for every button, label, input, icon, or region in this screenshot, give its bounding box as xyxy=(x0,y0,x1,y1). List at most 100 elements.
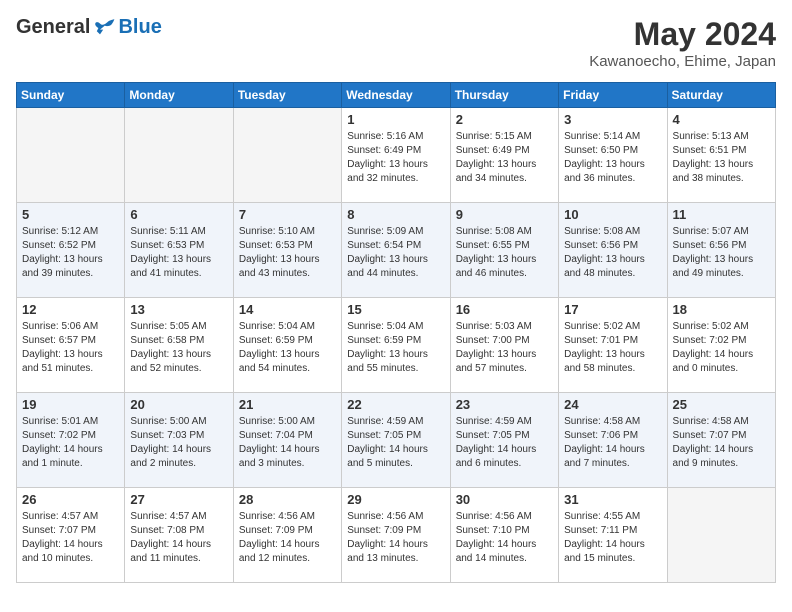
week-row-3: 12Sunrise: 5:06 AMSunset: 6:57 PMDayligh… xyxy=(17,298,776,393)
day-info: Sunrise: 4:58 AMSunset: 7:06 PMDaylight:… xyxy=(564,415,661,471)
day-number: 24 xyxy=(564,397,661,412)
day-cell-11: 11Sunrise: 5:07 AMSunset: 6:56 PMDayligh… xyxy=(667,203,775,298)
day-info: Sunrise: 5:04 AMSunset: 6:59 PMDaylight:… xyxy=(239,320,336,376)
calendar-header-row: Sunday Monday Tuesday Wednesday Thursday… xyxy=(17,83,776,108)
day-cell-12: 12Sunrise: 5:06 AMSunset: 6:57 PMDayligh… xyxy=(17,298,125,393)
day-number: 1 xyxy=(347,112,444,127)
month-title: May 2024 xyxy=(589,16,776,53)
day-number: 11 xyxy=(673,207,770,222)
day-cell-4: 4 Sunrise: 5:13 AMSunset: 6:51 PMDaylight… xyxy=(667,108,775,203)
day-number: 22 xyxy=(347,397,444,412)
day-number: 4 xyxy=(673,112,770,127)
day-info: Sunrise: 4:56 AMSunset: 7:09 PMDaylight:… xyxy=(347,510,444,566)
day-info: Sunrise: 5:10 AMSunset: 6:53 PMDaylight:… xyxy=(239,225,336,281)
week-row-1: 1 Sunrise: 5:16 AMSunset: 6:49 PMDaylight… xyxy=(17,108,776,203)
empty-cell xyxy=(125,108,233,203)
day-number: 2 xyxy=(456,112,553,127)
day-info: Sunrise: 4:56 AMSunset: 7:09 PMDaylight:… xyxy=(239,510,336,566)
day-number: 27 xyxy=(130,492,227,507)
day-cell-8: 8Sunrise: 5:09 AMSunset: 6:54 PMDaylight… xyxy=(342,203,450,298)
day-cell-16: 16Sunrise: 5:03 AMSunset: 7:00 PMDayligh… xyxy=(450,298,558,393)
week-row-4: 19 Sunrise: 5:01 AMSunset: 7:02 PMDayligh… xyxy=(17,393,776,488)
day-cell-22: 22 Sunrise: 4:59 AMSunset: 7:05 PMDayligh… xyxy=(342,393,450,488)
day-cell-23: 23 Sunrise: 4:59 AMSunset: 7:05 PMDayligh… xyxy=(450,393,558,488)
day-cell-20: 20Sunrise: 5:00 AMSunset: 7:03 PMDayligh… xyxy=(125,393,233,488)
logo-blue: Blue xyxy=(118,16,161,39)
header-wednesday: Wednesday xyxy=(342,83,450,108)
logo-bird-icon xyxy=(92,18,116,38)
day-info: Sunrise: 5:05 AMSunset: 6:58 PMDaylight:… xyxy=(130,320,227,376)
title-area: May 2024 Kawanoecho, Ehime, Japan xyxy=(589,16,776,70)
day-cell-29: 29 Sunrise: 4:56 AMSunset: 7:09 PMDayligh… xyxy=(342,488,450,583)
day-cell-7: 7 Sunrise: 5:10 AMSunset: 6:53 PMDaylight… xyxy=(233,203,341,298)
day-number: 31 xyxy=(564,492,661,507)
header-thursday: Thursday xyxy=(450,83,558,108)
day-info: Sunrise: 5:16 AMSunset: 6:49 PMDaylight:… xyxy=(347,130,444,186)
day-cell-19: 19 Sunrise: 5:01 AMSunset: 7:02 PMDayligh… xyxy=(17,393,125,488)
header-tuesday: Tuesday xyxy=(233,83,341,108)
day-number: 7 xyxy=(239,207,336,222)
day-cell-13: 13 Sunrise: 5:05 AMSunset: 6:58 PMDayligh… xyxy=(125,298,233,393)
day-cell-14: 14 Sunrise: 5:04 AMSunset: 6:59 PMDayligh… xyxy=(233,298,341,393)
day-number: 9 xyxy=(456,207,553,222)
day-number: 5 xyxy=(22,207,119,222)
day-number: 28 xyxy=(239,492,336,507)
day-info: Sunrise: 4:57 AMSunset: 7:07 PMDaylight:… xyxy=(22,510,119,566)
day-info: Sunrise: 5:15 AMSunset: 6:49 PMDaylight:… xyxy=(456,130,553,186)
day-info: Sunrise: 4:55 AMSunset: 7:11 PMDaylight:… xyxy=(564,510,661,566)
day-cell-17: 17Sunrise: 5:02 AMSunset: 7:01 PMDayligh… xyxy=(559,298,667,393)
day-cell-2: 2 Sunrise: 5:15 AMSunset: 6:49 PMDaylight… xyxy=(450,108,558,203)
day-cell-30: 30 Sunrise: 4:56 AMSunset: 7:10 PMDayligh… xyxy=(450,488,558,583)
page-header: General Blue May 2024 Kawanoecho, Ehime,… xyxy=(16,16,776,70)
header-saturday: Saturday xyxy=(667,83,775,108)
day-number: 15 xyxy=(347,302,444,317)
day-info: Sunrise: 5:11 AMSunset: 6:53 PMDaylight:… xyxy=(130,225,227,281)
day-cell-31: 31 Sunrise: 4:55 AMSunset: 7:11 PMDayligh… xyxy=(559,488,667,583)
header-monday: Monday xyxy=(125,83,233,108)
header-sunday: Sunday xyxy=(17,83,125,108)
day-cell-25: 25Sunrise: 4:58 AMSunset: 7:07 PMDayligh… xyxy=(667,393,775,488)
logo: General Blue xyxy=(16,16,162,39)
day-number: 8 xyxy=(347,207,444,222)
day-cell-15: 15Sunrise: 5:04 AMSunset: 6:59 PMDayligh… xyxy=(342,298,450,393)
logo-general: General xyxy=(16,16,90,39)
empty-cell xyxy=(667,488,775,583)
day-cell-3: 3 Sunrise: 5:14 AMSunset: 6:50 PMDaylight… xyxy=(559,108,667,203)
day-cell-10: 10 Sunrise: 5:08 AMSunset: 6:56 PMDayligh… xyxy=(559,203,667,298)
day-number: 14 xyxy=(239,302,336,317)
day-info: Sunrise: 5:12 AMSunset: 6:52 PMDaylight:… xyxy=(22,225,119,281)
day-cell-21: 21Sunrise: 5:00 AMSunset: 7:04 PMDayligh… xyxy=(233,393,341,488)
day-number: 29 xyxy=(347,492,444,507)
day-cell-24: 24 Sunrise: 4:58 AMSunset: 7:06 PMDayligh… xyxy=(559,393,667,488)
day-number: 30 xyxy=(456,492,553,507)
day-number: 19 xyxy=(22,397,119,412)
day-info: Sunrise: 5:08 AMSunset: 6:55 PMDaylight:… xyxy=(456,225,553,281)
day-cell-9: 9 Sunrise: 5:08 AMSunset: 6:55 PMDaylight… xyxy=(450,203,558,298)
day-info: Sunrise: 5:14 AMSunset: 6:50 PMDaylight:… xyxy=(564,130,661,186)
day-info: Sunrise: 5:08 AMSunset: 6:56 PMDaylight:… xyxy=(564,225,661,281)
day-number: 10 xyxy=(564,207,661,222)
day-cell-26: 26Sunrise: 4:57 AMSunset: 7:07 PMDayligh… xyxy=(17,488,125,583)
day-cell-18: 18Sunrise: 5:02 AMSunset: 7:02 PMDayligh… xyxy=(667,298,775,393)
day-info: Sunrise: 5:01 AMSunset: 7:02 PMDaylight:… xyxy=(22,415,119,471)
day-number: 23 xyxy=(456,397,553,412)
day-info: Sunrise: 4:59 AMSunset: 7:05 PMDaylight:… xyxy=(347,415,444,471)
day-info: Sunrise: 4:57 AMSunset: 7:08 PMDaylight:… xyxy=(130,510,227,566)
day-info: Sunrise: 5:13 AMSunset: 6:51 PMDaylight:… xyxy=(673,130,770,186)
location: Kawanoecho, Ehime, Japan xyxy=(589,53,776,70)
day-info: Sunrise: 4:56 AMSunset: 7:10 PMDaylight:… xyxy=(456,510,553,566)
day-info: Sunrise: 4:59 AMSunset: 7:05 PMDaylight:… xyxy=(456,415,553,471)
day-cell-28: 28 Sunrise: 4:56 AMSunset: 7:09 PMDayligh… xyxy=(233,488,341,583)
day-number: 3 xyxy=(564,112,661,127)
day-info: Sunrise: 5:03 AMSunset: 7:00 PMDaylight:… xyxy=(456,320,553,376)
day-number: 6 xyxy=(130,207,227,222)
day-info: Sunrise: 5:06 AMSunset: 6:57 PMDaylight:… xyxy=(22,320,119,376)
empty-cell xyxy=(233,108,341,203)
day-info: Sunrise: 5:02 AMSunset: 7:01 PMDaylight:… xyxy=(564,320,661,376)
day-cell-5: 5 Sunrise: 5:12 AMSunset: 6:52 PMDaylight… xyxy=(17,203,125,298)
calendar: Sunday Monday Tuesday Wednesday Thursday… xyxy=(16,82,776,583)
header-friday: Friday xyxy=(559,83,667,108)
day-cell-27: 27 Sunrise: 4:57 AMSunset: 7:08 PMDayligh… xyxy=(125,488,233,583)
day-info: Sunrise: 4:58 AMSunset: 7:07 PMDaylight:… xyxy=(673,415,770,471)
day-number: 13 xyxy=(130,302,227,317)
